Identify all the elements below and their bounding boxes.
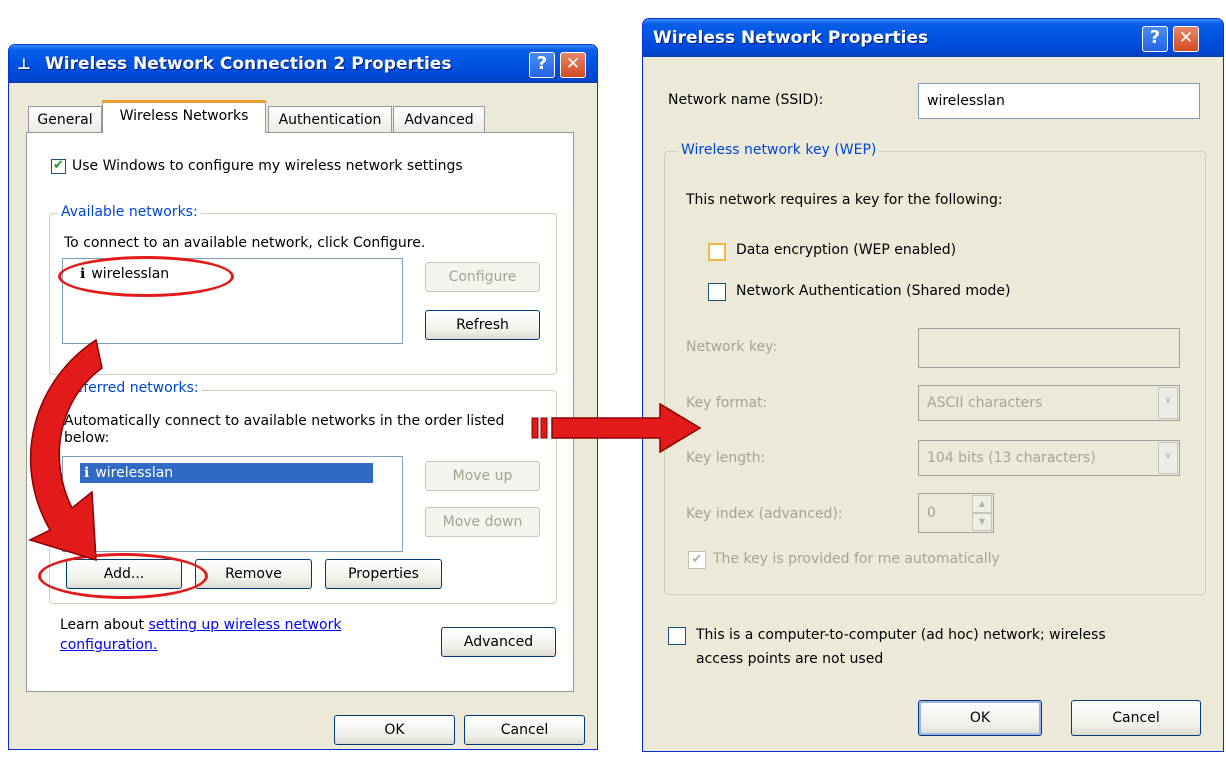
network-auth-label: Network Authentication (Shared mode) <box>736 283 1011 299</box>
close-icon[interactable]: ✕ <box>1173 26 1199 52</box>
chevron-down-icon[interactable]: ∨ <box>1158 387 1178 419</box>
close-icon[interactable]: ✕ <box>560 52 586 78</box>
network-key-label: Network key: <box>686 339 778 355</box>
key-format-value: ASCII characters <box>927 395 1043 411</box>
ssid-label: Network name (SSID): <box>668 92 824 108</box>
configure-button[interactable]: Configure <box>425 262 540 292</box>
key-format-select[interactable]: ASCII characters ∨ <box>918 385 1180 421</box>
configuration-link[interactable]: configuration. <box>60 637 157 653</box>
key-length-label: Key length: <box>686 450 766 466</box>
key-index-spinner[interactable]: 0 ▲ ▼ <box>918 493 994 533</box>
help-icon[interactable]: ? <box>1142 26 1168 52</box>
advanced-button[interactable]: Advanced <box>441 627 556 657</box>
adhoc-label-line2: access points are not used <box>696 651 884 667</box>
cancel-button[interactable]: Cancel <box>1071 700 1201 736</box>
move-up-button[interactable]: Move up <box>425 461 540 491</box>
right-dialog-title: Wireless Network Properties <box>653 28 929 48</box>
tab-advanced[interactable]: Advanced <box>393 106 485 132</box>
available-networks-label: Available networks: <box>58 204 201 220</box>
ssid-input[interactable]: wirelesslan <box>918 83 1200 119</box>
learn-about-text: Learn about setting up wireless network <box>60 617 341 633</box>
ok-button[interactable]: OK <box>334 715 455 745</box>
auto-key-checkbox[interactable]: ✔ <box>688 551 706 569</box>
spin-down-icon[interactable]: ▼ <box>972 513 992 531</box>
network-key-input[interactable] <box>918 328 1180 368</box>
cancel-button[interactable]: Cancel <box>464 715 585 745</box>
tab-wireless-networks[interactable]: Wireless Networks <box>102 100 266 133</box>
key-index-label: Key index (advanced): <box>686 506 843 522</box>
use-windows-checkbox[interactable]: ✔ <box>51 159 66 174</box>
ok-button[interactable]: OK <box>918 700 1042 736</box>
network-connection-icon: ⊥ <box>17 55 31 73</box>
highlight-add-oval <box>38 553 208 599</box>
remove-button[interactable]: Remove <box>195 559 312 589</box>
data-encryption-checkbox[interactable] <box>708 243 726 261</box>
wireless-network-icon: ℹ <box>84 465 90 481</box>
left-title-bar[interactable]: ⊥ Wireless Network Connection 2 Properti… <box>9 45 597 83</box>
preferred-instruction: Automatically connect to available netwo… <box>64 413 505 446</box>
adhoc-checkbox[interactable] <box>668 627 686 645</box>
requires-key-text: This network requires a key for the foll… <box>686 192 1003 208</box>
right-title-bar[interactable]: Wireless Network Properties ? ✕ <box>643 19 1223 57</box>
key-length-value: 104 bits (13 characters) <box>927 450 1096 466</box>
left-dialog-title: Wireless Network Connection 2 Properties <box>45 54 452 74</box>
network-auth-checkbox[interactable] <box>708 283 726 301</box>
highlight-wirelesslan-oval <box>58 256 234 297</box>
preferred-networks-label: Preferred networks: <box>58 380 202 396</box>
use-windows-label: Use Windows to configure my wireless net… <box>72 158 463 174</box>
wep-group-label: Wireless network key (WEP) <box>678 142 880 158</box>
properties-button[interactable]: Properties <box>325 559 442 589</box>
help-icon[interactable]: ? <box>529 52 555 78</box>
refresh-button[interactable]: Refresh <box>425 310 540 340</box>
key-format-label: Key format: <box>686 395 768 411</box>
tab-authentication[interactable]: Authentication <box>268 106 392 132</box>
key-length-select[interactable]: 104 bits (13 characters) ∨ <box>918 440 1180 476</box>
data-encryption-label: Data encryption (WEP enabled) <box>736 242 957 258</box>
adhoc-label-line1: This is a computer-to-computer (ad hoc) … <box>696 627 1106 643</box>
setup-wireless-link[interactable]: setting up wireless network <box>148 617 341 633</box>
chevron-down-icon[interactable]: ∨ <box>1158 442 1178 474</box>
key-index-value: 0 <box>927 505 936 521</box>
move-down-button[interactable]: Move down <box>425 507 540 537</box>
auto-key-label: The key is provided for me automatically <box>713 551 1000 567</box>
tab-general[interactable]: General <box>28 106 102 132</box>
available-instruction: To connect to an available network, clic… <box>64 235 426 251</box>
list-item[interactable]: ℹ wirelesslan <box>80 463 373 483</box>
spin-up-icon[interactable]: ▲ <box>972 495 992 513</box>
learn-about-label: Learn about <box>60 617 144 633</box>
preferred-network-name: wirelesslan <box>95 465 174 481</box>
